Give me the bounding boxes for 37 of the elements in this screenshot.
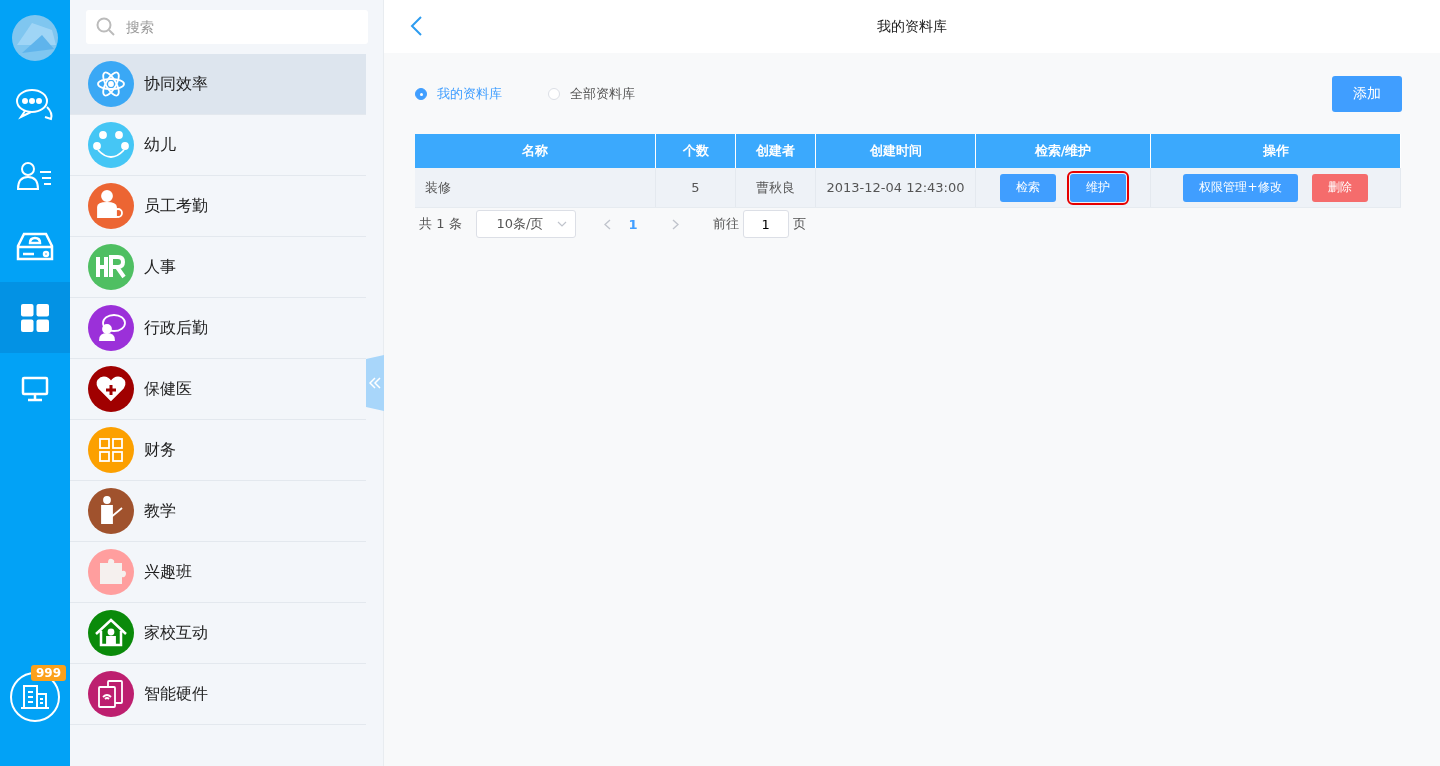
table-cell: 2013-12-04 12:43:00 <box>816 168 976 207</box>
sidebar-item[interactable]: 财务 <box>70 420 366 481</box>
next-page-icon[interactable] <box>671 218 679 230</box>
cloud-drive-icon <box>16 231 54 262</box>
page-input[interactable]: 1 <box>742 210 789 238</box>
sidebar-item[interactable]: 协同效率 <box>70 54 366 115</box>
sidebar-item[interactable]: 教学 <box>70 481 366 542</box>
sidebar-item[interactable]: 保健医 <box>70 359 366 420</box>
apps-grid-icon <box>21 303 49 332</box>
sidebar-item[interactable]: 员工考勤 <box>70 176 366 237</box>
table-cell: 5 <box>656 168 736 207</box>
table-cell: 曹秋良 <box>736 168 816 207</box>
double-chevron-icon <box>369 377 381 389</box>
dropdown-caret-icon <box>556 221 567 227</box>
total-count: 共 1 条 <box>419 215 462 233</box>
sidebar-item[interactable]: 行政后勤 <box>70 298 366 359</box>
search-icon <box>96 17 116 37</box>
sidebar-item[interactable]: 家校互动 <box>70 603 366 664</box>
back-icon[interactable] <box>410 16 422 36</box>
sidebar-item[interactable]: 幼儿 <box>70 115 366 176</box>
goto-label: 前往 <box>712 215 739 233</box>
search-field[interactable]: 搜索 <box>86 10 368 44</box>
monitor-icon <box>21 375 49 402</box>
sidebar-item[interactable]: 人事 <box>70 237 366 298</box>
collapse-button[interactable] <box>366 355 384 411</box>
table-cell: 装修 <box>415 168 656 207</box>
chat-icon <box>15 86 55 123</box>
sidebar-item[interactable]: 兴趣班 <box>70 542 366 603</box>
sidebar-item[interactable]: 智能硬件 <box>70 664 366 725</box>
previous-page-icon[interactable] <box>603 218 611 230</box>
page-suffix: 页 <box>792 215 806 233</box>
radio-option[interactable]: 全部资料库 <box>548 85 635 103</box>
contacts-icon <box>17 160 53 191</box>
notification-badge: 999 <box>31 665 67 681</box>
avatar-icon[interactable] <box>12 15 58 61</box>
page-size-select[interactable]: 10条/页 <box>475 210 576 238</box>
page-title: 我的资料库 <box>877 17 947 36</box>
